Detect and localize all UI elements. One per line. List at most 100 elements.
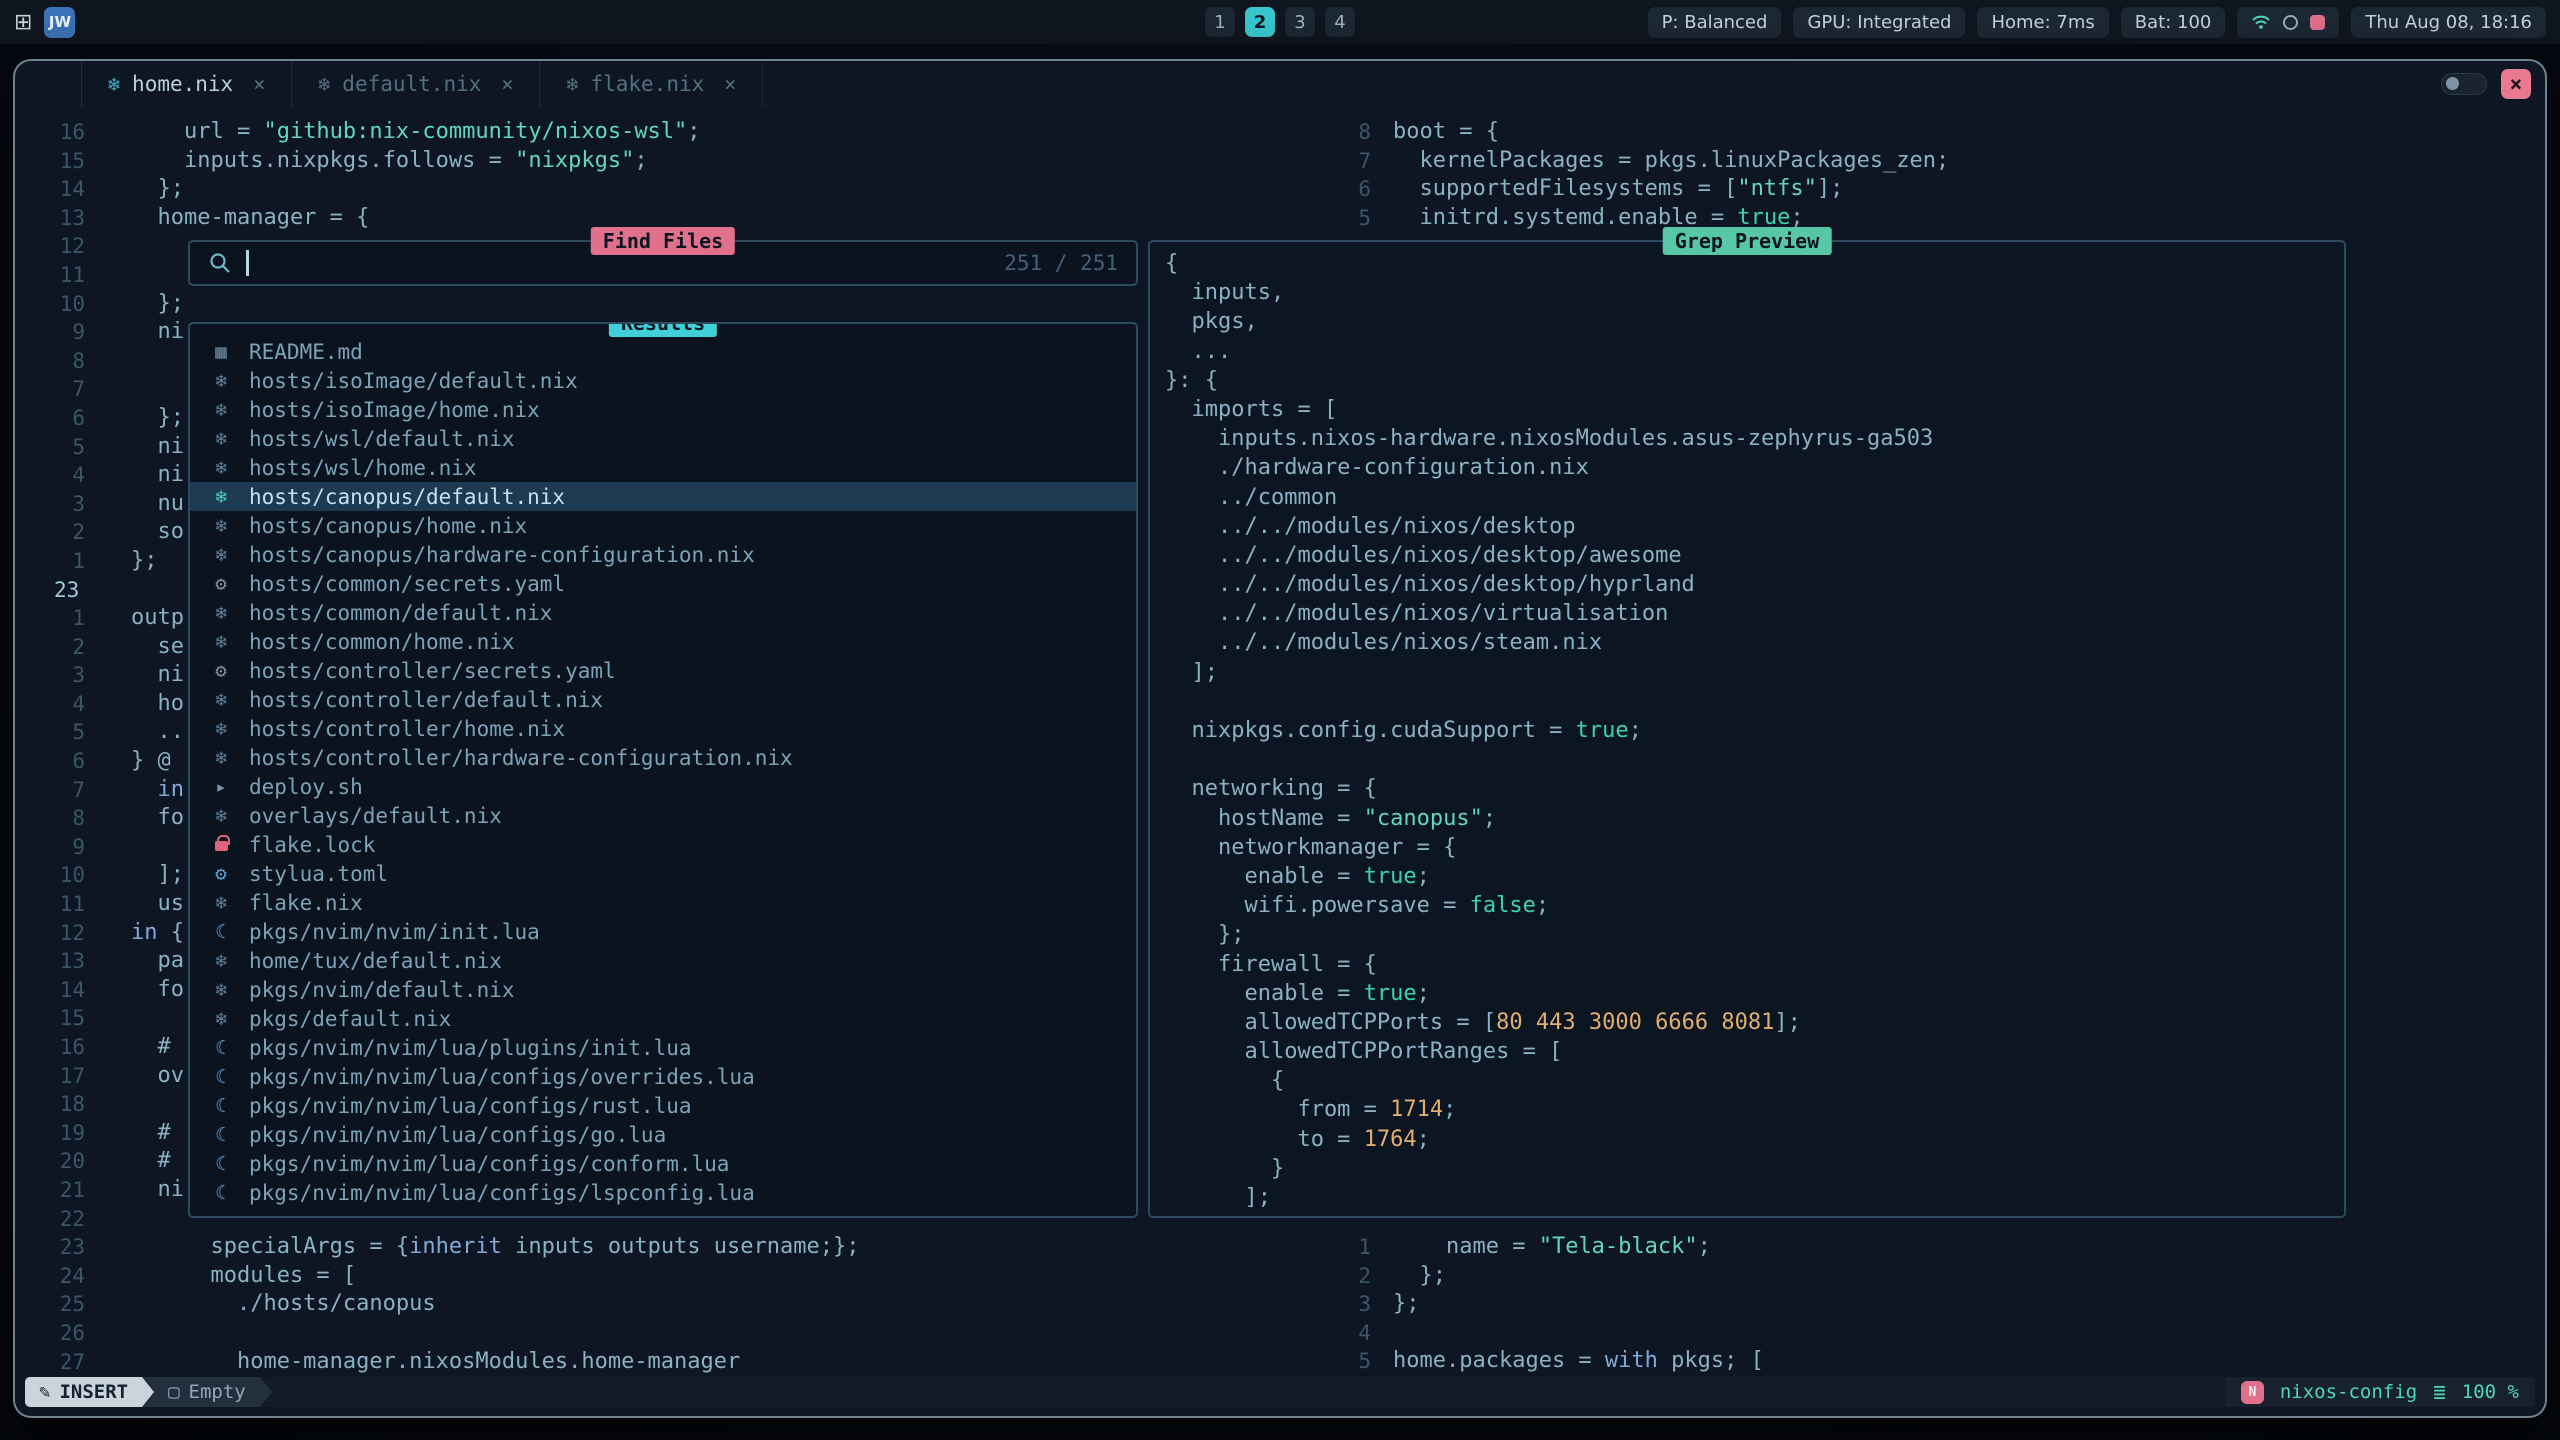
workspace-switcher: 1234 — [1205, 7, 1355, 37]
tab-close-icon[interactable]: × — [253, 72, 265, 96]
code-text: # — [85, 1119, 171, 1148]
code-text: } @ — [85, 747, 171, 776]
status-chip[interactable]: P: Balanced — [1648, 7, 1782, 38]
file-result[interactable]: ❄hosts/isoImage/home.nix — [190, 395, 1136, 424]
line-number: 12 — [15, 919, 85, 948]
screen-recorder-icon[interactable] — [2310, 15, 2325, 30]
workspace-button-1[interactable]: 1 — [1205, 7, 1235, 37]
tab-home.nix[interactable]: ❄home.nix× — [81, 61, 292, 107]
grep-line: ../../modules/nixos/desktop — [1165, 512, 2329, 541]
file-result[interactable]: ❄ home/tux/default.nix — [190, 946, 1136, 975]
tab-close-icon[interactable]: × — [724, 72, 736, 96]
file-result[interactable]: ❄flake.nix — [190, 888, 1136, 917]
nix-icon: ❄ — [208, 457, 234, 479]
line-number: 2 — [1315, 1262, 1371, 1291]
clock[interactable]: Thu Aug 08, 18:16 — [2351, 7, 2546, 38]
lua-icon: ☾ — [208, 921, 234, 943]
file-result[interactable]: ☾pkgs/nvim/nvim/lua/configs/go.lua — [190, 1120, 1136, 1149]
line-number: 4 — [15, 461, 85, 490]
nix-icon: ❄ — [208, 950, 234, 972]
file-result[interactable]: ⚙stylua.toml — [190, 859, 1136, 888]
workspace-button-4[interactable]: 4 — [1325, 7, 1355, 37]
lua-icon: ☾ — [208, 1153, 234, 1175]
file-result[interactable]: ❄pkgs/default.nix — [190, 1004, 1136, 1033]
code-text: }; — [85, 290, 184, 319]
nix-icon: ❄ — [208, 399, 234, 421]
file-result[interactable]: ❄hosts/controller/default.nix — [190, 685, 1136, 714]
file-result[interactable]: ❄hosts/controller/hardware-configuration… — [190, 743, 1136, 772]
file-result[interactable]: ☾pkgs/nvim/nvim/lua/configs/lspconfig.lu… — [190, 1178, 1136, 1207]
code-text: so — [85, 518, 184, 547]
nix-icon: ❄ — [208, 689, 234, 711]
code-text — [1371, 1319, 1393, 1348]
file-result[interactable]: flake.lock — [190, 830, 1136, 859]
line-number: 4 — [1315, 1319, 1371, 1348]
file-result[interactable]: ☾pkgs/nvim/nvim/lua/configs/rust.lua — [190, 1091, 1136, 1120]
line-number: 6 — [15, 747, 85, 776]
window-close-button[interactable]: × — [2501, 69, 2531, 99]
editor-right-pane-top[interactable]: 8boot = {7 kernelPackages = pkgs.linuxPa… — [1315, 118, 2545, 232]
workspace-button-3[interactable]: 3 — [1285, 7, 1315, 37]
file-result[interactable]: ▦README.md — [190, 337, 1136, 366]
grep-preview-panel[interactable]: Grep Preview { inputs, pkgs, ...}: { imp… — [1148, 240, 2346, 1218]
tab-flake.nix[interactable]: ❄flake.nix× — [540, 61, 763, 107]
idle-inhibitor-icon[interactable] — [2283, 15, 2298, 30]
finder-search-box[interactable]: Find Files 251 / 251 — [188, 240, 1138, 286]
file-path: pkgs/nvim/nvim/init.lua — [249, 920, 540, 944]
line-number: 18 — [15, 1090, 85, 1119]
line-number: 5 — [15, 433, 85, 462]
code-text: nu — [85, 490, 184, 519]
tab-close-icon[interactable]: × — [501, 72, 513, 96]
file-result[interactable]: ❄hosts/wsl/home.nix — [190, 453, 1136, 482]
status-chip[interactable]: Bat: 100 — [2121, 7, 2226, 38]
app-launcher-icon[interactable]: ⊞ — [14, 10, 32, 35]
file-result[interactable]: ❄hosts/controller/home.nix — [190, 714, 1136, 743]
line-number: 23 — [15, 576, 85, 605]
workspace-button-2[interactable]: 2 — [1245, 7, 1275, 37]
code-text: in — [85, 776, 184, 805]
file-result[interactable]: ☾pkgs/nvim/nvim/lua/configs/overrides.lu… — [190, 1062, 1136, 1091]
line-number: 24 — [15, 1262, 85, 1291]
file-result[interactable]: ☾pkgs/nvim/nvim/lua/plugins/init.lua — [190, 1033, 1136, 1062]
nix-icon: ❄ — [208, 544, 234, 566]
line-number: 5 — [15, 718, 85, 747]
file-result[interactable]: ⚙hosts/controller/secrets.yaml — [190, 656, 1136, 685]
editor-right-pane-bottom[interactable]: 1 name = "Tela-black";2 };3};45home.pack… — [1315, 1233, 2545, 1376]
file-result[interactable]: ⚙hosts/common/secrets.yaml — [190, 569, 1136, 598]
line-number: 8 — [15, 804, 85, 833]
tab-default.nix[interactable]: ❄default.nix× — [292, 61, 540, 107]
code-text: home-manager.nixosModules.home-manager — [85, 1348, 740, 1377]
nix-icon: ❄ — [208, 1008, 234, 1030]
line-number: 2 — [15, 518, 85, 547]
file-result[interactable]: ❄hosts/isoImage/default.nix — [190, 366, 1136, 395]
line-number: 10 — [15, 861, 85, 890]
line-number: 3 — [15, 490, 85, 519]
file-path: pkgs/nvim/default.nix — [249, 978, 515, 1002]
file-result[interactable]: ❄hosts/common/default.nix — [190, 598, 1136, 627]
status-chip[interactable]: Home: 7ms — [1977, 7, 2108, 38]
code-text: .. — [85, 718, 184, 747]
file-result[interactable]: ❄hosts/wsl/default.nix — [190, 424, 1136, 453]
lua-icon: ☾ — [208, 1124, 234, 1146]
distro-logo[interactable]: JW — [44, 7, 75, 38]
file-result[interactable]: ❄hosts/canopus/home.nix — [190, 511, 1136, 540]
file-path: pkgs/nvim/nvim/lua/configs/rust.lua — [249, 1094, 692, 1118]
code-text: # — [85, 1147, 171, 1176]
tab-label: home.nix — [132, 72, 233, 96]
file-path: home/tux/default.nix — [249, 949, 502, 973]
grep-line: ]; — [1165, 1183, 2329, 1212]
grep-line: firewall = { — [1165, 950, 2329, 979]
file-result[interactable]: ❄overlays/default.nix — [190, 801, 1136, 830]
file-result[interactable]: ☾ pkgs/nvim/nvim/init.lua — [190, 917, 1136, 946]
file-result[interactable]: ❄ hosts/canopus/hardware-configuration.ni… — [190, 540, 1136, 569]
status-chip[interactable]: GPU: Integrated — [1793, 7, 1965, 38]
wifi-icon[interactable] — [2251, 14, 2271, 30]
file-path: hosts/canopus/hardware-configuration.nix — [249, 543, 755, 567]
line-number: 13 — [15, 947, 85, 976]
file-result[interactable]: ❄hosts/canopus/default.nix — [190, 482, 1136, 511]
file-result[interactable]: ❄pkgs/nvim/default.nix — [190, 975, 1136, 1004]
file-result[interactable]: ❄hosts/common/home.nix — [190, 627, 1136, 656]
file-result[interactable]: ☾pkgs/nvim/nvim/lua/configs/conform.lua — [190, 1149, 1136, 1178]
window-toggle[interactable] — [2441, 73, 2487, 95]
file-result[interactable]: ▸deploy.sh — [190, 772, 1136, 801]
